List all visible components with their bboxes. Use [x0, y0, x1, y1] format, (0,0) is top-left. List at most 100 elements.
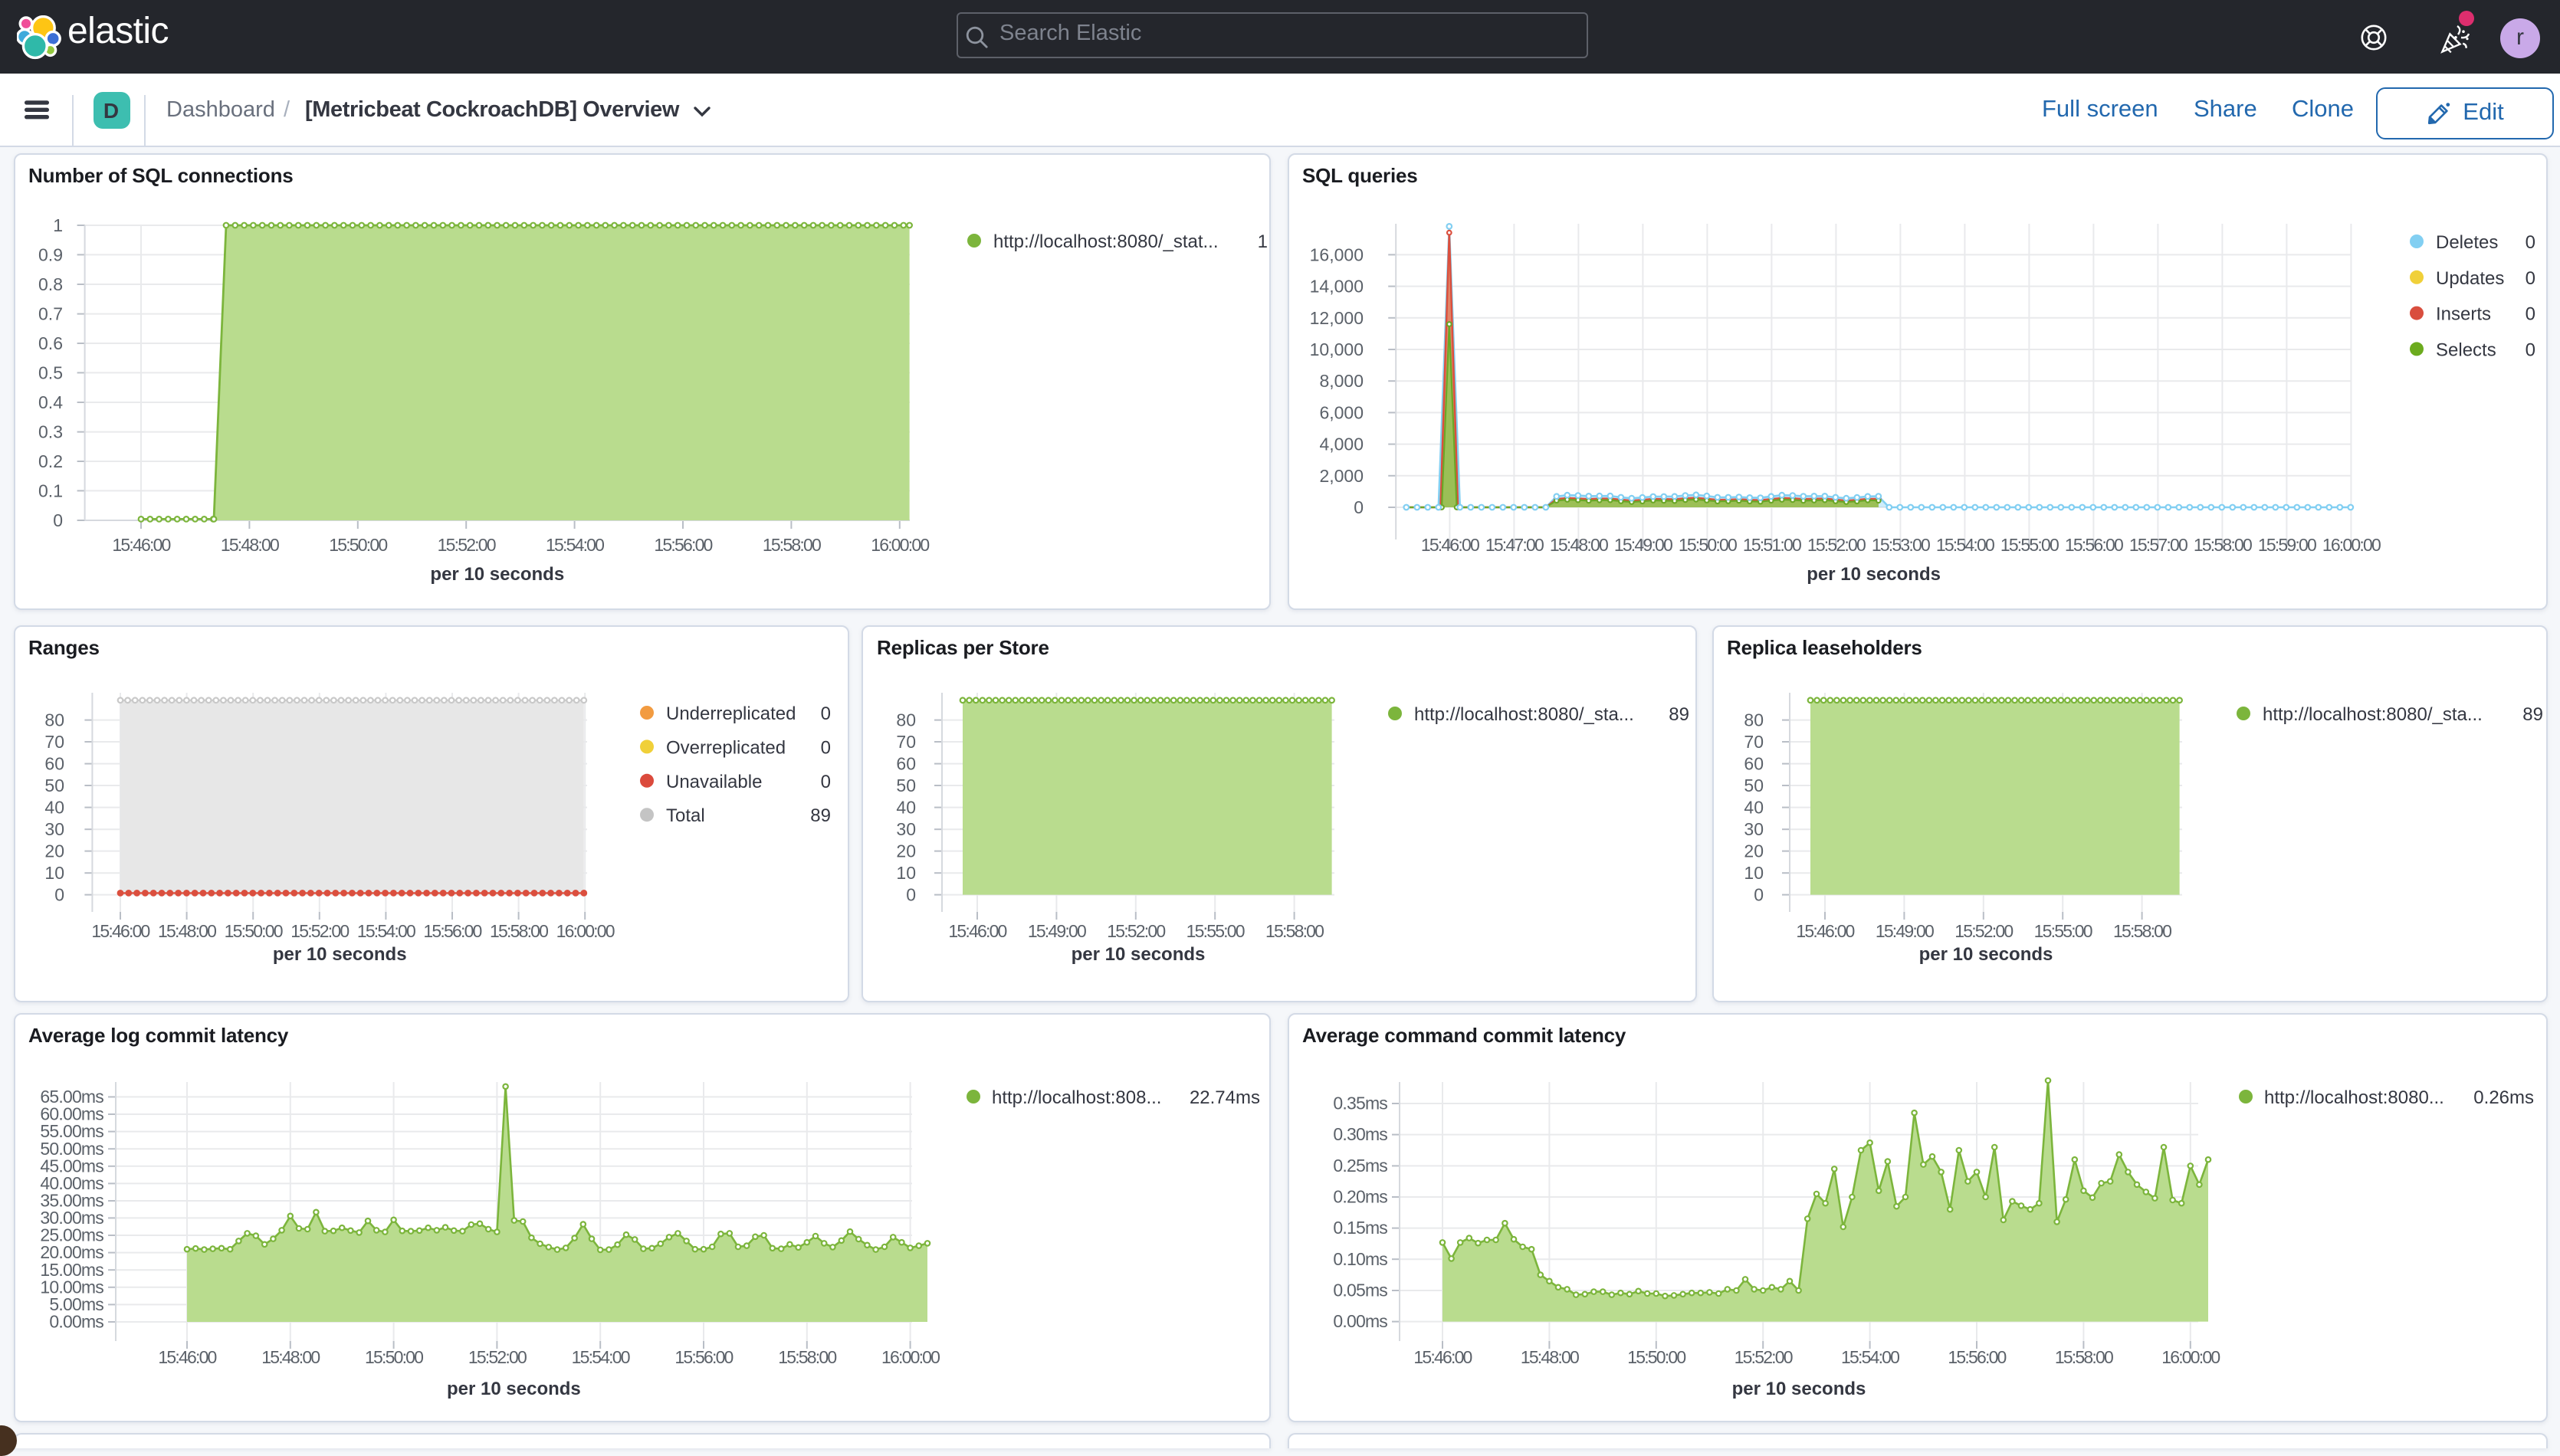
- svg-text:15:46:00: 15:46:00: [1420, 534, 1479, 554]
- svg-text:0: 0: [2525, 303, 2535, 324]
- svg-text:15:52:00: 15:52:00: [1107, 920, 1165, 940]
- svg-text:0: 0: [52, 510, 62, 530]
- svg-text:15:46:00: 15:46:00: [1795, 920, 1853, 940]
- svg-text:10.00ms: 10.00ms: [39, 1277, 103, 1297]
- svg-text:65.00ms: 65.00ms: [39, 1087, 103, 1107]
- svg-text:0.00ms: 0.00ms: [1332, 1311, 1387, 1331]
- svg-text:1: 1: [52, 215, 62, 234]
- svg-text:16:00:00: 16:00:00: [2161, 1347, 2219, 1367]
- svg-text:15:55:00: 15:55:00: [1186, 920, 1245, 940]
- svg-text:15:55:00: 15:55:00: [2033, 920, 2092, 940]
- svg-text:15:50:00: 15:50:00: [1678, 534, 1736, 554]
- svg-text:http://localhost:8080/_stat...: http://localhost:8080/_stat...: [993, 231, 1218, 251]
- svg-text:15:54:00: 15:54:00: [545, 534, 603, 554]
- svg-text:89: 89: [2522, 703, 2542, 724]
- svg-text:per 10 seconds: per 10 seconds: [1731, 1379, 1866, 1399]
- svg-text:70: 70: [44, 731, 64, 751]
- svg-text:70: 70: [896, 731, 916, 751]
- svg-text:40: 40: [44, 797, 64, 817]
- svg-text:15.00ms: 15.00ms: [39, 1260, 103, 1280]
- svg-text:40.00ms: 40.00ms: [39, 1173, 103, 1193]
- svg-text:0.25ms: 0.25ms: [1332, 1156, 1387, 1176]
- svg-text:15:46:00: 15:46:00: [948, 920, 1006, 940]
- svg-text:15:48:00: 15:48:00: [1549, 534, 1607, 554]
- svg-text:0.9: 0.9: [38, 244, 62, 264]
- svg-text:Deletes: Deletes: [2435, 231, 2497, 252]
- svg-text:15:52:00: 15:52:00: [1807, 534, 1865, 554]
- svg-text:15:57:00: 15:57:00: [2128, 534, 2187, 554]
- svg-text:15:54:00: 15:54:00: [571, 1347, 629, 1367]
- svg-text:15:58:00: 15:58:00: [489, 920, 547, 940]
- svg-text:15:58:00: 15:58:00: [2054, 1347, 2112, 1367]
- svg-text:15:56:00: 15:56:00: [1947, 1347, 2005, 1367]
- svg-text:15:46:00: 15:46:00: [1413, 1347, 1471, 1367]
- svg-text:60: 60: [44, 753, 64, 773]
- svg-text:0.15ms: 0.15ms: [1332, 1218, 1387, 1238]
- svg-text:89: 89: [1669, 703, 1689, 724]
- svg-text:80: 80: [896, 710, 916, 730]
- svg-text:15:52:00: 15:52:00: [468, 1347, 526, 1367]
- svg-text:15:58:00: 15:58:00: [777, 1347, 835, 1367]
- svg-text:0: 0: [820, 771, 830, 792]
- svg-text:50: 50: [896, 775, 916, 795]
- svg-text:30: 30: [896, 818, 916, 838]
- svg-text:16:00:00: 16:00:00: [870, 534, 928, 554]
- svg-text:15:50:00: 15:50:00: [328, 534, 386, 554]
- svg-text:15:48:00: 15:48:00: [220, 534, 278, 554]
- svg-text:0.8: 0.8: [38, 274, 62, 293]
- svg-text:50.00ms: 50.00ms: [39, 1139, 103, 1159]
- svg-text:15:52:00: 15:52:00: [1954, 920, 2012, 940]
- svg-text:Unavailable: Unavailable: [665, 771, 761, 792]
- svg-text:15:50:00: 15:50:00: [1626, 1347, 1685, 1367]
- svg-text:16,000: 16,000: [1309, 244, 1363, 264]
- svg-text:5.00ms: 5.00ms: [48, 1294, 103, 1314]
- svg-text:50: 50: [44, 775, 64, 795]
- svg-text:60: 60: [1743, 753, 1763, 773]
- svg-text:0.00ms: 0.00ms: [48, 1312, 103, 1332]
- svg-text:4,000: 4,000: [1318, 434, 1363, 454]
- svg-text:35.00ms: 35.00ms: [39, 1191, 103, 1211]
- svg-text:60: 60: [896, 753, 916, 773]
- svg-text:15:49:00: 15:49:00: [1028, 920, 1086, 940]
- svg-text:15:49:00: 15:49:00: [1613, 534, 1672, 554]
- svg-text:15:51:00: 15:51:00: [1742, 534, 1800, 554]
- svg-text:80: 80: [44, 710, 64, 730]
- svg-text:15:47:00: 15:47:00: [1485, 534, 1543, 554]
- svg-text:0: 0: [820, 703, 830, 723]
- svg-text:15:49:00: 15:49:00: [1875, 920, 1933, 940]
- svg-text:0.6: 0.6: [38, 333, 62, 353]
- svg-text:0.4: 0.4: [38, 392, 62, 412]
- svg-text:15:53:00: 15:53:00: [1871, 534, 1929, 554]
- svg-text:Inserts: Inserts: [2435, 303, 2490, 324]
- svg-text:15:46:00: 15:46:00: [111, 534, 169, 554]
- svg-text:20.00ms: 20.00ms: [39, 1242, 103, 1262]
- svg-text:15:48:00: 15:48:00: [1520, 1347, 1578, 1367]
- svg-text:89: 89: [809, 805, 830, 825]
- svg-text:60.00ms: 60.00ms: [39, 1104, 103, 1124]
- svg-text:16:00:00: 16:00:00: [881, 1347, 939, 1367]
- svg-text:20: 20: [44, 841, 64, 861]
- svg-text:0: 0: [820, 736, 830, 757]
- svg-text:45.00ms: 45.00ms: [39, 1156, 103, 1176]
- svg-text:0.10ms: 0.10ms: [1332, 1249, 1387, 1269]
- svg-text:15:56:00: 15:56:00: [653, 534, 711, 554]
- svg-text:per 10 seconds: per 10 seconds: [1806, 563, 1940, 584]
- svg-text:per 10 seconds: per 10 seconds: [1918, 943, 2053, 964]
- svg-text:10: 10: [1743, 862, 1763, 882]
- svg-text:2,000: 2,000: [1318, 465, 1363, 485]
- svg-text:50: 50: [1743, 775, 1763, 795]
- svg-text:0.1: 0.1: [38, 480, 62, 500]
- svg-text:40: 40: [896, 797, 916, 817]
- svg-text:15:46:00: 15:46:00: [90, 920, 149, 940]
- svg-text:12,000: 12,000: [1309, 307, 1363, 327]
- svg-text:15:52:00: 15:52:00: [1734, 1347, 1792, 1367]
- svg-text:Total: Total: [665, 805, 704, 825]
- svg-text:40: 40: [1743, 797, 1763, 817]
- svg-text:http://localhost:808...: http://localhost:808...: [991, 1087, 1160, 1108]
- svg-text:15:46:00: 15:46:00: [157, 1347, 215, 1367]
- svg-text:Overreplicated: Overreplicated: [665, 736, 785, 757]
- svg-text:0: 0: [906, 884, 916, 904]
- svg-text:0.7: 0.7: [38, 303, 62, 323]
- svg-text:25.00ms: 25.00ms: [39, 1225, 103, 1245]
- svg-text:20: 20: [1743, 841, 1763, 861]
